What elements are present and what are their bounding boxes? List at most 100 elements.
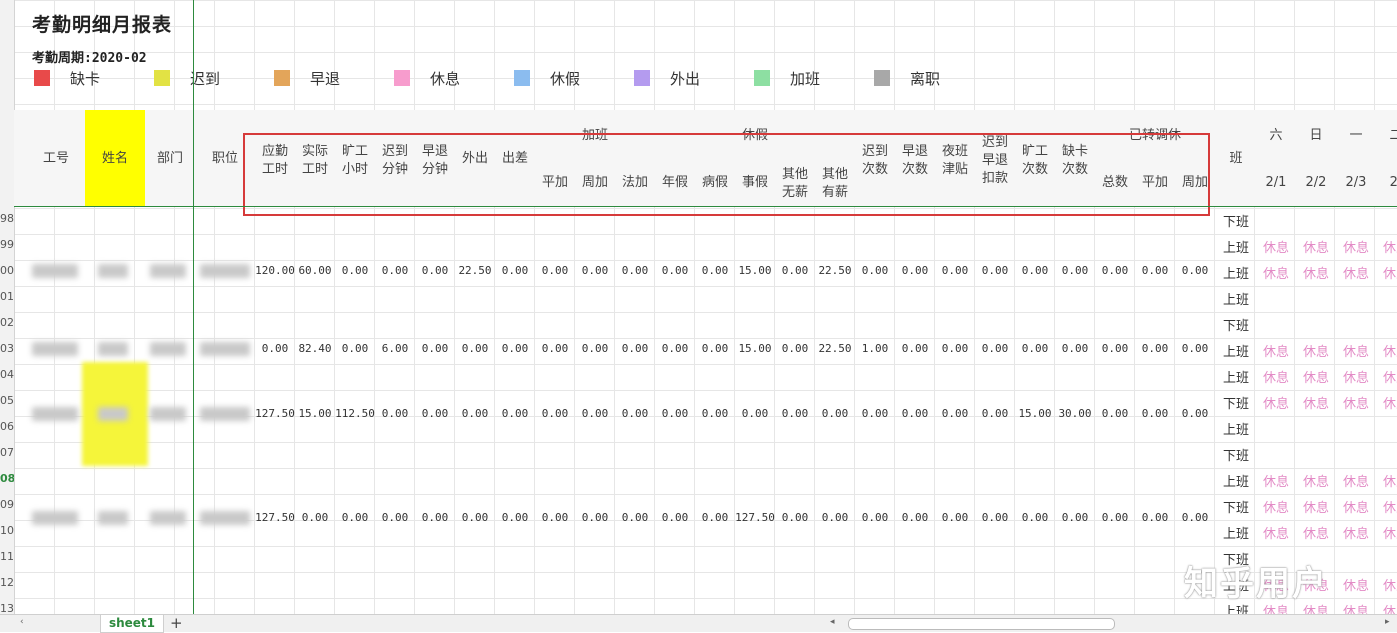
value-cell[interactable]: 0.00 xyxy=(695,342,735,355)
value-cell[interactable]: 0.00 xyxy=(775,511,815,524)
value-cell[interactable]: 0.00 xyxy=(335,511,375,524)
value-cell[interactable]: 0.00 xyxy=(1095,511,1135,524)
value-cell[interactable]: 127.50 xyxy=(255,407,295,420)
value-cell[interactable]: 0.00 xyxy=(655,264,695,277)
value-cell[interactable]: 0.00 xyxy=(655,407,695,420)
value-cell[interactable]: 0.00 xyxy=(615,342,655,355)
sheet-tab-sheet1[interactable]: sheet1 xyxy=(100,615,164,633)
shift-label[interactable]: 上班 xyxy=(1216,367,1256,386)
header-department[interactable]: 部门 xyxy=(150,150,190,168)
value-cell[interactable]: 127.50 xyxy=(255,511,295,524)
value-cell[interactable]: 0.00 xyxy=(575,511,615,524)
value-cell[interactable]: 0.00 xyxy=(855,511,895,524)
value-cell[interactable]: 0.00 xyxy=(335,264,375,277)
value-cell[interactable]: 0.00 xyxy=(455,342,495,355)
rest-cell[interactable]: 休息 xyxy=(1336,393,1376,412)
shift-label[interactable]: 上班 xyxy=(1216,471,1256,490)
value-cell[interactable]: 0.00 xyxy=(495,342,535,355)
row-number[interactable]: 99 xyxy=(0,232,15,258)
horizontal-scrollbar[interactable] xyxy=(848,618,1115,630)
spreadsheet-grid[interactable]: 考勤明细月报表 考勤周期:2020-02 缺卡 迟到 早退 休息 休假 外出 加班 离职 工号… xyxy=(0,0,1397,614)
value-cell[interactable]: 0.00 xyxy=(255,342,295,355)
value-cell[interactable]: 0.00 xyxy=(695,511,735,524)
header-weekday[interactable]: 六 xyxy=(1256,127,1296,145)
value-cell[interactable]: 0.00 xyxy=(1095,342,1135,355)
rest-cell[interactable]: 休息 xyxy=(1256,237,1296,256)
shift-label[interactable]: 下班 xyxy=(1216,445,1256,464)
shift-label[interactable]: 下班 xyxy=(1216,393,1256,412)
value-cell[interactable]: 0.00 xyxy=(895,264,935,277)
value-cell[interactable]: 15.00 xyxy=(1015,407,1055,420)
value-cell[interactable]: 0.00 xyxy=(535,264,575,277)
value-cell[interactable]: 0.00 xyxy=(455,511,495,524)
shift-label[interactable]: 下班 xyxy=(1216,497,1256,516)
value-cell[interactable]: 0.00 xyxy=(775,264,815,277)
rest-cell[interactable]: 休息 xyxy=(1376,601,1397,614)
header-weekday[interactable]: 二 xyxy=(1376,127,1397,145)
shift-label[interactable]: 上班 xyxy=(1216,523,1256,542)
row-number[interactable]: 13 xyxy=(0,596,15,614)
header-shift[interactable]: 班 xyxy=(1216,150,1256,168)
value-cell[interactable]: 0.00 xyxy=(855,264,895,277)
row-number[interactable]: 98 xyxy=(0,206,15,232)
row-number[interactable]: 07 xyxy=(0,440,15,466)
value-cell[interactable]: 0.00 xyxy=(495,407,535,420)
value-cell[interactable]: 0.00 xyxy=(895,342,935,355)
row-number[interactable]: 10 xyxy=(0,518,15,544)
add-sheet-button[interactable]: + xyxy=(170,615,183,631)
rest-cell[interactable]: 休息 xyxy=(1296,263,1336,282)
value-cell[interactable]: 0.00 xyxy=(1135,342,1175,355)
value-cell[interactable]: 0.00 xyxy=(415,342,455,355)
row-number[interactable]: 06 xyxy=(0,414,15,440)
value-cell[interactable]: 0.00 xyxy=(775,342,815,355)
value-cell[interactable]: 0.00 xyxy=(615,264,655,277)
value-cell[interactable]: 0.00 xyxy=(975,342,1015,355)
value-cell[interactable]: 0.00 xyxy=(855,407,895,420)
value-cell[interactable]: 0.00 xyxy=(495,511,535,524)
value-cell[interactable]: 127.50 xyxy=(735,511,775,524)
value-cell[interactable]: 22.50 xyxy=(815,264,855,277)
value-cell[interactable]: 22.50 xyxy=(455,264,495,277)
value-cell[interactable]: 0.00 xyxy=(935,342,975,355)
shift-label[interactable]: 上班 xyxy=(1216,289,1256,308)
rest-cell[interactable]: 休息 xyxy=(1376,523,1397,542)
rest-cell[interactable]: 休息 xyxy=(1256,497,1296,516)
rest-cell[interactable]: 休息 xyxy=(1296,497,1336,516)
rest-cell[interactable]: 休息 xyxy=(1336,263,1376,282)
value-cell[interactable]: 0.00 xyxy=(1015,511,1055,524)
row-number[interactable]: 08 xyxy=(0,466,15,492)
header-date[interactable]: 2/ xyxy=(1376,174,1397,192)
rest-cell[interactable]: 休息 xyxy=(1376,263,1397,282)
rest-cell[interactable]: 休息 xyxy=(1376,341,1397,360)
row-number[interactable]: 00 xyxy=(0,258,15,284)
shift-label[interactable]: 上班 xyxy=(1216,237,1256,256)
rest-cell[interactable]: 休息 xyxy=(1336,367,1376,386)
value-cell[interactable]: 82.40 xyxy=(295,342,335,355)
value-cell[interactable]: 15.00 xyxy=(295,407,335,420)
value-cell[interactable]: 0.00 xyxy=(295,511,335,524)
shift-label[interactable]: 上班 xyxy=(1216,419,1256,438)
value-cell[interactable]: 0.00 xyxy=(655,342,695,355)
rest-cell[interactable]: 休息 xyxy=(1376,367,1397,386)
value-cell[interactable]: 0.00 xyxy=(1055,342,1095,355)
value-cell[interactable]: 0.00 xyxy=(375,511,415,524)
shift-label[interactable]: 下班 xyxy=(1216,211,1256,230)
value-cell[interactable]: 0.00 xyxy=(1175,511,1215,524)
value-cell[interactable]: 6.00 xyxy=(375,342,415,355)
hscroll-left-icon[interactable]: ◂ xyxy=(830,617,835,627)
value-cell[interactable]: 0.00 xyxy=(1095,264,1135,277)
value-cell[interactable]: 0.00 xyxy=(655,511,695,524)
value-cell[interactable]: 0.00 xyxy=(615,407,655,420)
row-number[interactable]: 01 xyxy=(0,284,15,310)
value-cell[interactable]: 0.00 xyxy=(895,511,935,524)
rest-cell[interactable]: 休息 xyxy=(1336,497,1376,516)
value-cell[interactable]: 0.00 xyxy=(455,407,495,420)
value-cell[interactable]: 0.00 xyxy=(535,342,575,355)
value-cell[interactable]: 0.00 xyxy=(775,407,815,420)
value-cell[interactable]: 0.00 xyxy=(415,407,455,420)
row-number[interactable]: 05 xyxy=(0,388,15,414)
rest-cell[interactable]: 休息 xyxy=(1376,471,1397,490)
value-cell[interactable]: 112.50 xyxy=(335,407,375,420)
value-cell[interactable]: 60.00 xyxy=(295,264,335,277)
value-cell[interactable]: 0.00 xyxy=(1095,407,1135,420)
